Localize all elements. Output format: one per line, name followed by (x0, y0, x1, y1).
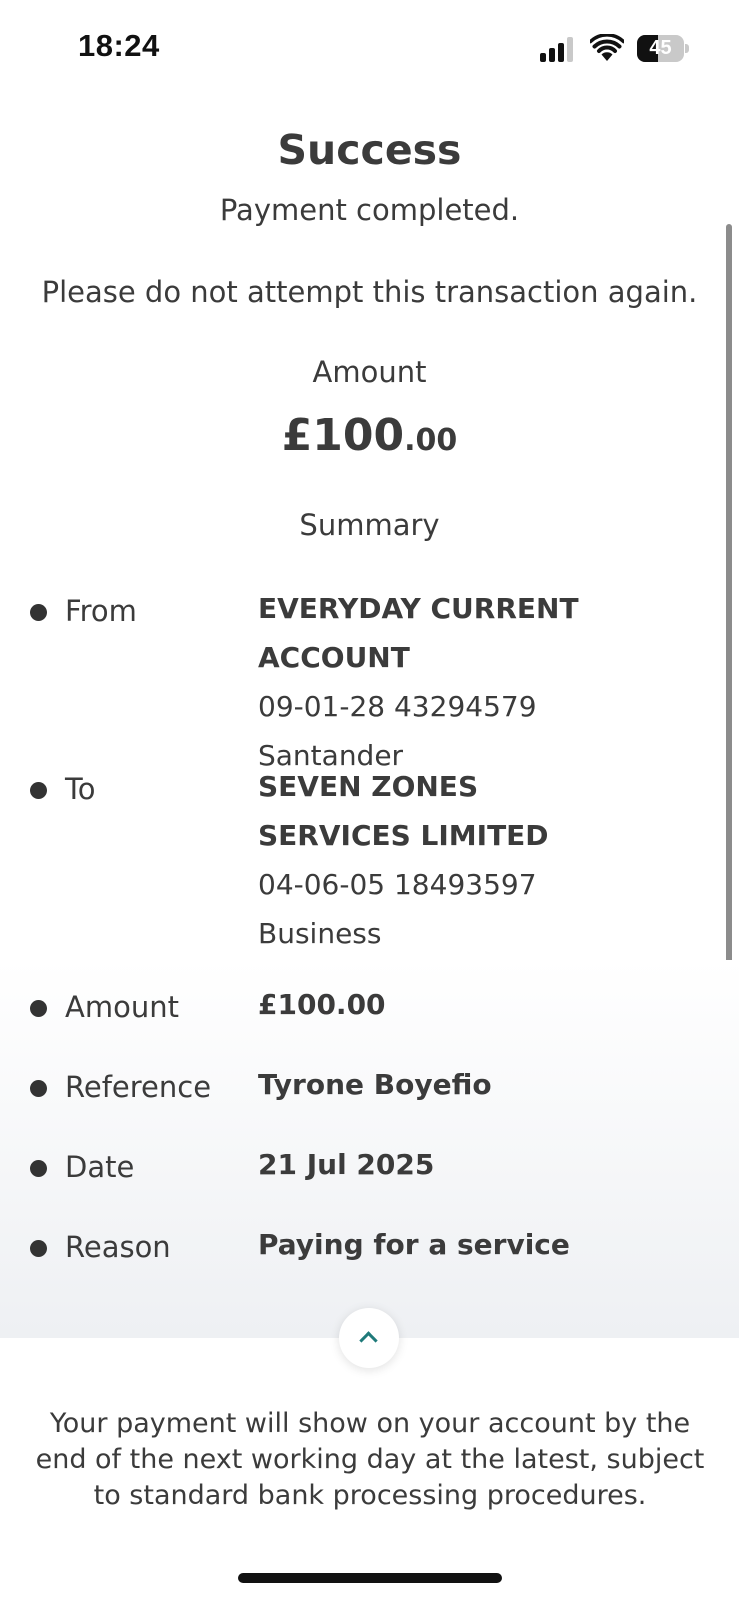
bullet-icon (30, 782, 47, 799)
reference-label: Reference (65, 1070, 212, 1104)
reference-value: Tyrone Boyefio (258, 1060, 718, 1109)
cellular-signal-icon (540, 36, 578, 62)
warning-message: Please do not attempt this transaction a… (41, 275, 698, 309)
date-value: 21 Jul 2025 (258, 1140, 718, 1189)
reference-text: Tyrone Boyefio (258, 1068, 492, 1101)
amount-row-label: Amount (65, 990, 179, 1024)
reason-label: Reason (65, 1230, 171, 1264)
reason-value: Paying for a service (258, 1220, 718, 1269)
to-name-line1: SEVEN ZONES (258, 770, 479, 803)
home-indicator[interactable] (238, 1573, 502, 1583)
status-bar: 18:24 45 (0, 0, 739, 90)
collapse-button[interactable] (339, 1308, 399, 1368)
bullet-icon (30, 1160, 47, 1177)
wifi-icon (590, 34, 624, 61)
summary-heading: Summary (299, 508, 440, 542)
amount-value: £100.00 (0, 410, 739, 461)
to-value: SEVEN ZONES SERVICES LIMITED 04-06-05 18… (258, 762, 718, 958)
reason-text: Paying for a service (258, 1228, 570, 1261)
bullet-icon (30, 1080, 47, 1097)
page-title: Success (277, 126, 462, 174)
to-account-number: 04-06-05 18493597 (258, 868, 537, 901)
to-name-line2: SERVICES LIMITED (258, 819, 549, 852)
from-value: EVERYDAY CURRENT ACCOUNT 09-01-28 432945… (258, 584, 718, 780)
to-account-type: Business (258, 917, 382, 950)
bullet-icon (30, 1240, 47, 1257)
from-account-name: EVERYDAY CURRENT ACCOUNT (258, 592, 579, 674)
amount-pounds: £100 (281, 410, 405, 461)
amount-pence: .00 (404, 423, 458, 458)
from-account-number: 09-01-28 43294579 (258, 690, 537, 723)
footer-note: Your payment will show on your account b… (35, 1408, 705, 1511)
to-label: To (65, 772, 96, 806)
status-time: 18:24 (78, 28, 160, 63)
amount-label: Amount (312, 355, 427, 389)
amount-row-value: £100.00 (258, 980, 718, 1029)
bullet-icon (30, 604, 47, 621)
battery-level-text: 45 (649, 37, 672, 59)
date-label: Date (65, 1150, 135, 1184)
page-subtitle: Payment completed. (219, 193, 520, 227)
chevron-up-icon (359, 1331, 378, 1350)
payment-success-screen: 18:24 45 Success Payment completed. Plea… (0, 0, 739, 1600)
bullet-icon (30, 1000, 47, 1017)
from-label: From (65, 594, 137, 628)
battery-icon: 45 (637, 35, 689, 62)
date-text: 21 Jul 2025 (258, 1148, 435, 1181)
amount-row-text: £100.00 (258, 988, 386, 1021)
